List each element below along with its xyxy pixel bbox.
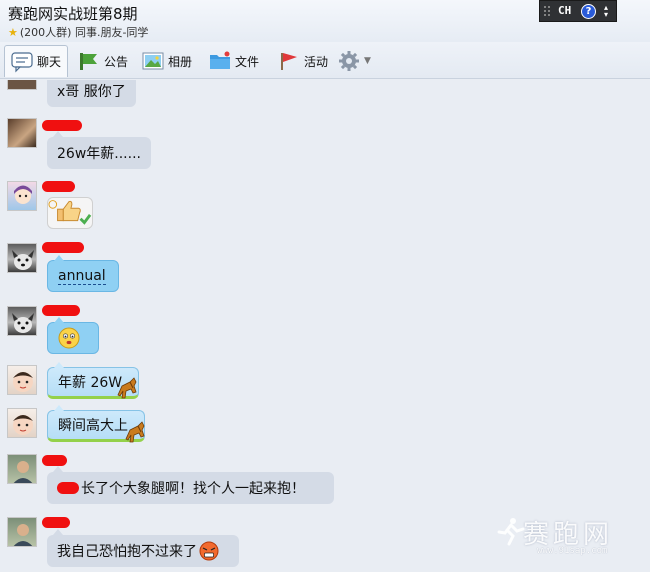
tab-activity-label: 活动	[304, 54, 329, 69]
message-text: x哥 服你了	[57, 84, 126, 100]
tab-album[interactable]: 相册	[142, 45, 192, 77]
dog-avatar-icon	[12, 313, 34, 333]
baby-avatar-icon	[13, 372, 33, 392]
runner-logo-icon	[497, 518, 525, 546]
message-bubble[interactable]: 26w年薪......	[47, 131, 151, 169]
tab-files[interactable]: 文件	[209, 45, 259, 77]
avatar[interactable]	[7, 408, 37, 438]
message-bubble[interactable]: 长了个大象腿啊！找个人一起来抱！	[47, 466, 334, 504]
avatar[interactable]	[7, 243, 37, 273]
tab-announcement-label: 公告	[104, 54, 129, 69]
sender-name-redacted	[42, 305, 80, 316]
person-avatar-icon	[13, 461, 33, 483]
sender-name-redacted	[42, 455, 67, 466]
message-bubble[interactable]	[47, 317, 99, 354]
thumbs-up-sticker-icon	[48, 200, 92, 225]
star-icon: ★	[8, 26, 18, 39]
window-header: 赛跑网实战班第8期 ★ (200人群) 同事.朋友-同学 CH ? ▴ ▾	[0, 0, 650, 42]
sender-name-redacted	[42, 120, 82, 131]
mention-redacted	[57, 482, 79, 494]
worried-face-emoji-icon	[58, 327, 80, 349]
angry-face-emoji-icon	[199, 541, 219, 561]
gear-icon	[339, 51, 359, 71]
message-text: 瞬间高大上	[58, 418, 128, 434]
language-indicator[interactable]: CH	[558, 4, 571, 17]
menu-arrows-icon[interactable]: ▴ ▾	[604, 4, 608, 19]
watermark: 赛跑网 www.91sap.com	[495, 514, 645, 570]
avatar[interactable]	[7, 517, 37, 547]
tab-bar: 聊天 公告 相册 文件 活动 ▼	[0, 42, 650, 79]
cartoon-girl-icon	[14, 185, 32, 204]
message-text: annual	[58, 267, 106, 285]
grip-handle[interactable]	[543, 5, 551, 18]
chevron-down-icon: ▼	[364, 56, 371, 66]
person-avatar-icon	[13, 524, 33, 546]
sticker-bubble[interactable]	[47, 197, 93, 229]
chat-message-list[interactable]: x哥 服你了 26w年薪...... annual 年薪 26W 瞬间高大上 长…	[0, 80, 650, 572]
avatar[interactable]	[7, 80, 37, 90]
tab-chat[interactable]: 聊天	[4, 45, 69, 77]
baby-avatar-icon	[13, 415, 33, 435]
message-bubble[interactable]: 我自己恐怕抱不过来了	[47, 529, 239, 567]
avatar[interactable]	[7, 454, 37, 484]
message-bubble[interactable]: x哥 服你了	[47, 80, 136, 107]
settings-menu[interactable]: ▼	[338, 45, 371, 77]
tab-files-label: 文件	[235, 54, 260, 69]
horse-sticker-icon	[125, 421, 145, 443]
sender-name-redacted	[42, 242, 84, 253]
tab-chat-label: 聊天	[37, 55, 62, 69]
avatar[interactable]	[7, 365, 37, 395]
horse-sticker-icon	[117, 377, 137, 399]
message-text: 年薪 26W	[58, 375, 123, 391]
tab-activity[interactable]: 活动	[278, 45, 328, 77]
avatar[interactable]	[7, 118, 37, 148]
avatar[interactable]	[7, 306, 37, 336]
sender-name-redacted	[42, 181, 75, 192]
sender-name-redacted	[42, 517, 70, 528]
group-meta-text: (200人群) 同事.朋友-同学	[19, 26, 149, 39]
group-title: 赛跑网实战班第8期	[8, 5, 138, 23]
album-icon	[142, 52, 164, 70]
message-text: 26w年薪......	[57, 146, 141, 162]
flag-icon	[281, 53, 297, 70]
tab-album-label: 相册	[168, 54, 193, 69]
message-text: 我自己恐怕抱不过来了	[57, 544, 197, 560]
help-icon[interactable]: ?	[581, 4, 596, 19]
avatar[interactable]	[7, 181, 37, 211]
watermark-url: www.91sap.com	[537, 546, 608, 556]
dog-avatar-icon	[12, 250, 34, 270]
announcement-icon	[80, 53, 97, 70]
language-bar[interactable]: CH ? ▴ ▾	[539, 0, 617, 22]
group-meta: ★ (200人群) 同事.朋友-同学	[8, 24, 148, 40]
chat-icon	[11, 51, 33, 72]
message-text: 长了个大象腿啊！找个人一起来抱！	[81, 481, 305, 497]
message-bubble[interactable]: annual	[47, 255, 119, 292]
folder-icon	[210, 51, 230, 69]
tab-announcement[interactable]: 公告	[78, 45, 128, 77]
